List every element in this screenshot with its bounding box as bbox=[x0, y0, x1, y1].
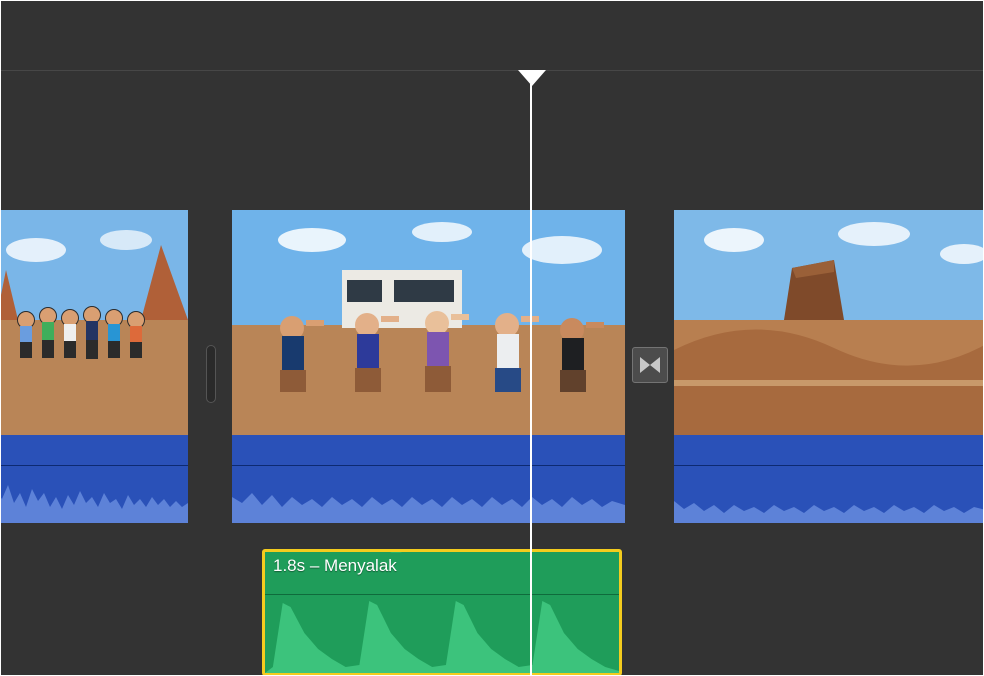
clip-3-thumbnail bbox=[674, 210, 984, 435]
sound-effect-waveform bbox=[265, 593, 619, 673]
clip-1-volume-line[interactable] bbox=[0, 465, 188, 466]
clip-1-thumbnail bbox=[0, 210, 188, 435]
video-clip-2[interactable] bbox=[232, 210, 625, 523]
timeline-editor: 1.8s – Menyalak bbox=[0, 0, 984, 676]
sound-effect-clip[interactable]: 1.8s – Menyalak bbox=[262, 549, 622, 676]
sound-effect-label: 1.8s – Menyalak bbox=[273, 556, 397, 576]
transition-cross-dissolve[interactable] bbox=[632, 347, 668, 383]
video-clip-1[interactable] bbox=[0, 210, 188, 523]
clip-3-waveform bbox=[674, 473, 984, 523]
timeline-canvas[interactable]: 1.8s – Menyalak bbox=[0, 72, 984, 676]
clip-gap-handle[interactable] bbox=[206, 345, 216, 403]
clip-2-waveform bbox=[232, 473, 625, 523]
clip-2-volume-line[interactable] bbox=[232, 465, 625, 466]
toolbar-strip bbox=[0, 0, 984, 71]
clip-2-thumbnail bbox=[232, 210, 625, 435]
sound-effect-pin[interactable] bbox=[390, 549, 402, 553]
video-clip-3[interactable] bbox=[674, 210, 984, 523]
clip-3-volume-line[interactable] bbox=[674, 465, 984, 466]
clip-1-waveform bbox=[0, 473, 188, 523]
clip-1-audio-track[interactable] bbox=[0, 435, 188, 523]
transition-icon bbox=[638, 353, 662, 377]
clip-3-audio-track[interactable] bbox=[674, 435, 984, 523]
clip-2-audio-track[interactable] bbox=[232, 435, 625, 523]
